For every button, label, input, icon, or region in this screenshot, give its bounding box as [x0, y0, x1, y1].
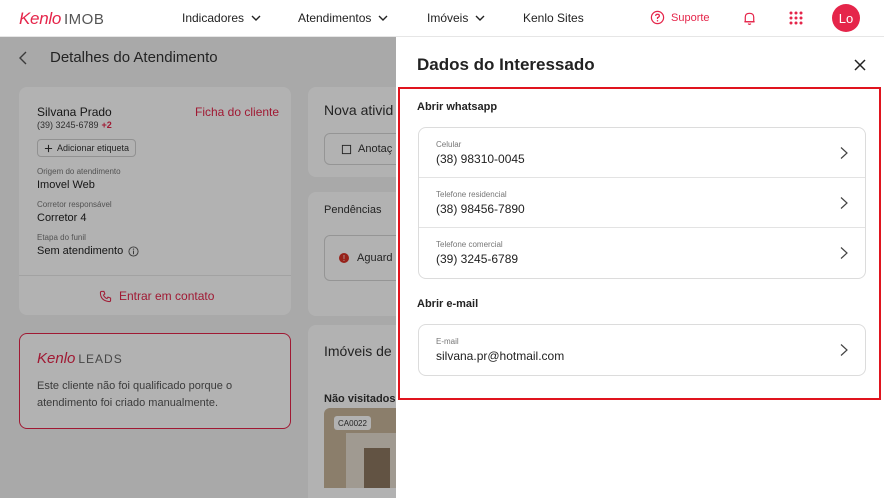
help-circle-icon	[650, 10, 665, 25]
user-avatar[interactable]: Lo	[832, 4, 860, 32]
nav-label: Indicadores	[182, 11, 245, 25]
chevron-down-icon	[251, 15, 261, 21]
whatsapp-section-label: Abrir whatsapp	[417, 101, 498, 113]
interested-party-drawer: Dados do Interessado Abrir whatsapp Celu…	[396, 37, 884, 498]
nav-label: Atendimentos	[298, 11, 372, 25]
email-section-label: Abrir e-mail	[417, 298, 479, 310]
whatsapp-contact-celular[interactable]: Celular (38) 98310-0045	[419, 128, 865, 178]
nav-label: Imóveis	[427, 11, 469, 25]
logo-suffix: IMOB	[63, 11, 105, 28]
contact-label: Telefone residencial	[436, 190, 507, 199]
nav-indicadores[interactable]: Indicadores	[182, 11, 262, 25]
close-icon	[854, 59, 866, 71]
logo-brand: Kenlo	[19, 9, 61, 28]
chevron-down-icon	[378, 15, 388, 21]
nav-atendimentos[interactable]: Atendimentos	[298, 11, 389, 25]
contact-value: (39) 3245-6789	[436, 252, 519, 266]
email-contact[interactable]: E-mail silvana.pr@hotmail.com	[419, 325, 865, 375]
chevron-right-icon	[840, 247, 848, 259]
whatsapp-contact-residencial[interactable]: Telefone residencial (38) 98456-7890	[419, 178, 865, 228]
modal-backdrop[interactable]	[0, 37, 396, 498]
top-navigation: Kenlo IMOB Indicadores Atendimentos Imóve…	[0, 0, 884, 37]
chevron-down-icon	[475, 15, 485, 21]
support-label: Suporte	[671, 11, 710, 24]
kenlo-imob-logo[interactable]: Kenlo IMOB	[19, 9, 104, 29]
contact-value: silvana.pr@hotmail.com	[436, 349, 565, 363]
drawer-title: Dados do Interessado	[417, 55, 595, 74]
contact-label: Celular	[436, 140, 462, 149]
contact-label: Telefone comercial	[436, 240, 503, 249]
email-contact-list: E-mail silvana.pr@hotmail.com	[418, 324, 866, 376]
nav-kenlo-sites[interactable]: Kenlo Sites	[523, 11, 584, 25]
chevron-right-icon	[840, 197, 848, 209]
nav-label: Kenlo Sites	[523, 11, 584, 25]
contact-value: (38) 98310-0045	[436, 152, 525, 166]
close-button[interactable]	[852, 57, 868, 73]
support-button[interactable]: Suporte	[650, 10, 710, 25]
notifications-bell-icon[interactable]	[742, 10, 757, 31]
contact-value: (38) 98456-7890	[436, 202, 525, 216]
chevron-right-icon	[840, 344, 848, 356]
chevron-right-icon	[840, 147, 848, 159]
whatsapp-contact-list: Celular (38) 98310-0045 Telefone residen…	[418, 127, 866, 279]
apps-grid-icon[interactable]	[789, 11, 803, 30]
whatsapp-contact-comercial[interactable]: Telefone comercial (39) 3245-6789	[419, 228, 865, 278]
contact-label: E-mail	[436, 337, 459, 346]
nav-imoveis[interactable]: Imóveis	[427, 11, 486, 25]
